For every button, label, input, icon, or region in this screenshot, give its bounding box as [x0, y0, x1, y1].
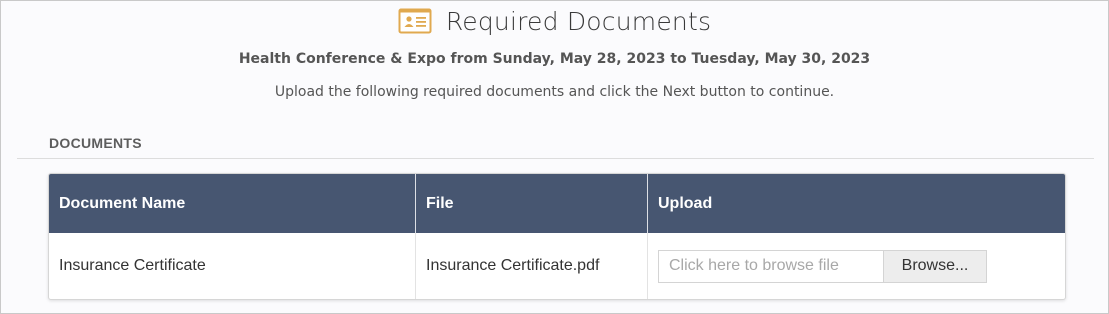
file-upload-control: Browse...	[658, 249, 987, 283]
browse-file-input[interactable]	[658, 249, 883, 283]
event-details: Health Conference & Expo from Sunday, Ma…	[238, 51, 871, 67]
documents-table: Document Name File Upload Insurance Cert…	[48, 173, 1066, 300]
table-header: Document Name File Upload	[49, 174, 1065, 233]
table-row: Insurance Certificate Insurance Certific…	[49, 233, 1065, 299]
id-card-icon	[398, 8, 432, 34]
column-header-upload: Upload	[658, 194, 713, 212]
file-name-cell: Insurance Certificate.pdf	[416, 233, 648, 299]
page-frame: Required Documents Health Conference & E…	[0, 0, 1109, 314]
section-divider	[17, 158, 1094, 159]
instructions-text: Upload the following required documents …	[274, 84, 835, 100]
document-name-cell: Insurance Certificate	[49, 233, 416, 299]
page-title: Required Documents	[445, 6, 712, 36]
column-header-document-name: Document Name	[49, 174, 416, 233]
section-heading: DOCUMENTS	[49, 135, 142, 151]
upload-cell: Browse...	[648, 233, 1065, 299]
page-header: Required Documents	[1, 1, 1108, 41]
column-header-file: File	[416, 174, 648, 233]
browse-button[interactable]: Browse...	[883, 249, 987, 283]
